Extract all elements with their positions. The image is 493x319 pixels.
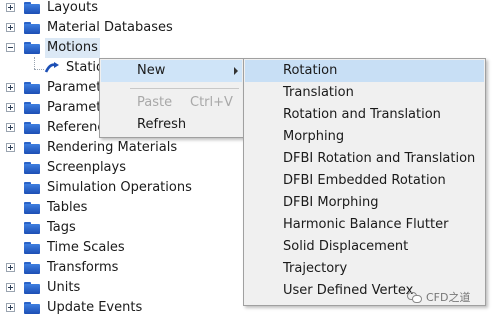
tree-item-label: Paramet bbox=[47, 80, 102, 95]
folder-icon bbox=[24, 262, 40, 274]
collapse-icon[interactable] bbox=[6, 43, 15, 52]
tree-item-label: Tables bbox=[47, 200, 88, 215]
menu-item-new[interactable]: New bbox=[101, 60, 242, 82]
submenu-item-harmonic-balance-flutter[interactable]: Harmonic Balance Flutter bbox=[245, 214, 484, 236]
tree-item-label: Tags bbox=[47, 220, 76, 235]
folder-icon bbox=[24, 242, 40, 254]
submenu-item-morphing[interactable]: Morphing bbox=[245, 126, 484, 148]
tree-item-label: Screenplays bbox=[47, 160, 126, 175]
tree-item-parameters-2[interactable]: Paramet bbox=[0, 98, 102, 118]
menu-item-label: Refresh bbox=[137, 117, 187, 132]
menu-item-label: Solid Displacement bbox=[283, 239, 409, 254]
tree-item-time-scales[interactable]: Time Scales bbox=[0, 238, 240, 258]
expand-icon[interactable] bbox=[6, 263, 15, 272]
menu-item-label: New bbox=[137, 63, 166, 78]
tree-item-tags[interactable]: Tags bbox=[0, 218, 240, 238]
submenu-item-dfbi-morphing[interactable]: DFBI Morphing bbox=[245, 192, 484, 214]
menu-item-refresh[interactable]: Refresh bbox=[101, 114, 242, 136]
tree-item-label: Layouts bbox=[47, 0, 98, 15]
menu-item-label: Translation bbox=[283, 85, 354, 100]
expand-icon[interactable] bbox=[6, 283, 15, 292]
tree-item-label: Time Scales bbox=[47, 240, 125, 255]
folder-icon bbox=[24, 22, 40, 34]
folder-icon bbox=[24, 302, 40, 314]
menu-item-label: Harmonic Balance Flutter bbox=[283, 217, 449, 232]
folder-icon bbox=[24, 42, 40, 54]
tree-item-label: Transforms bbox=[47, 260, 119, 275]
menu-item-label: DFBI Rotation and Translation bbox=[283, 151, 476, 166]
menu-item-label: Rotation and Translation bbox=[283, 107, 441, 122]
tree-item-stationary[interactable]: Station bbox=[0, 58, 112, 78]
watermark: CFD之道 bbox=[407, 288, 470, 306]
submenu-arrow-icon bbox=[234, 67, 238, 75]
tree-item-transforms[interactable]: Transforms bbox=[0, 258, 240, 278]
menu-item-paste[interactable]: Paste Ctrl+V bbox=[101, 92, 242, 114]
menu-item-label: DFBI Morphing bbox=[283, 195, 379, 210]
submenu-item-trajectory[interactable]: Trajectory bbox=[245, 258, 484, 280]
context-menu: New Paste Ctrl+V Refresh bbox=[99, 58, 244, 138]
folder-icon bbox=[24, 162, 40, 174]
folder-icon bbox=[24, 142, 40, 154]
submenu-item-translation[interactable]: Translation bbox=[245, 82, 484, 104]
folder-icon bbox=[24, 122, 40, 134]
menu-item-label: Morphing bbox=[283, 129, 345, 144]
folder-icon bbox=[24, 222, 40, 234]
submenu-item-rotation-and-translation[interactable]: Rotation and Translation bbox=[245, 104, 484, 126]
motion-icon bbox=[44, 62, 59, 73]
tree-item-label: Units bbox=[47, 280, 81, 295]
tree-item-rendering-materials[interactable]: Rendering Materials bbox=[0, 138, 240, 158]
folder-icon bbox=[24, 282, 40, 294]
tree-item-units[interactable]: Units bbox=[0, 278, 240, 298]
folder-icon bbox=[24, 182, 40, 194]
expand-icon[interactable] bbox=[6, 3, 15, 12]
tree-item-simulation-operations[interactable]: Simulation Operations bbox=[0, 178, 240, 198]
tree-item-motions[interactable]: Motions bbox=[0, 38, 493, 58]
expand-icon[interactable] bbox=[6, 23, 15, 32]
folder-icon bbox=[24, 102, 40, 114]
menu-item-label: DFBI Embedded Rotation bbox=[283, 173, 446, 188]
expand-icon[interactable] bbox=[6, 103, 15, 112]
tree-item-tables[interactable]: Tables bbox=[0, 198, 240, 218]
submenu-item-rotation[interactable]: Rotation bbox=[245, 60, 484, 82]
tree-item-layouts[interactable]: Layouts bbox=[0, 0, 493, 18]
tree-item-label: Motions bbox=[45, 38, 100, 58]
tree-item-label: Update Events bbox=[47, 300, 143, 315]
tree-item-screenplays[interactable]: Screenplays bbox=[0, 158, 240, 178]
expand-icon[interactable] bbox=[6, 303, 15, 312]
folder-icon bbox=[24, 82, 40, 94]
folder-icon bbox=[24, 202, 40, 214]
expand-icon[interactable] bbox=[6, 83, 15, 92]
watermark-text: CFD之道 bbox=[426, 291, 471, 304]
shortcut-label: Ctrl+V bbox=[190, 95, 233, 110]
tree-item-label: Material Databases bbox=[47, 20, 173, 35]
folder-icon bbox=[24, 2, 40, 14]
submenu-item-dfbi-embedded-rotation[interactable]: DFBI Embedded Rotation bbox=[245, 170, 484, 192]
tree-item-update-events[interactable]: Update Events bbox=[0, 298, 240, 318]
tree-item-parameters[interactable]: Paramet bbox=[0, 78, 102, 98]
submenu-item-dfbi-rotation-and-translation[interactable]: DFBI Rotation and Translation bbox=[245, 148, 484, 170]
tree-item-material-databases[interactable]: Material Databases bbox=[0, 18, 493, 38]
menu-item-label: User Defined Vertex bbox=[283, 283, 414, 298]
tree-item-label: Paramet bbox=[47, 100, 102, 115]
tree-item-label: Simulation Operations bbox=[47, 180, 192, 195]
new-submenu: Rotation Translation Rotation and Transl… bbox=[243, 58, 486, 306]
chat-bubbles-icon bbox=[407, 291, 422, 304]
menu-item-label: Paste bbox=[137, 95, 173, 110]
tree-item-label: Referenc bbox=[47, 120, 105, 135]
menu-separator bbox=[130, 88, 239, 89]
expand-icon[interactable] bbox=[6, 143, 15, 152]
expand-icon[interactable] bbox=[6, 123, 15, 132]
menu-item-label: Rotation bbox=[283, 63, 338, 78]
menu-item-label: Trajectory bbox=[283, 261, 348, 276]
submenu-item-solid-displacement[interactable]: Solid Displacement bbox=[245, 236, 484, 258]
tree-item-label: Rendering Materials bbox=[47, 140, 178, 155]
tree-item-references[interactable]: Referenc bbox=[0, 118, 104, 138]
